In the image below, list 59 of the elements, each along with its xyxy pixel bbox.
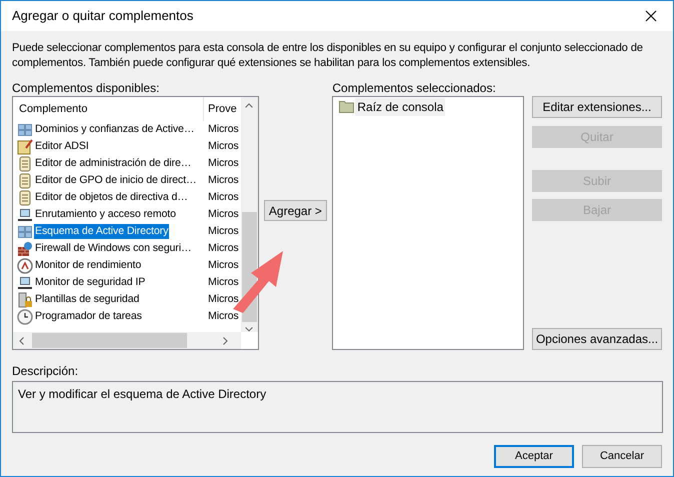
dialog-button[interactable]: Cancelar xyxy=(582,445,662,468)
gauge-icon xyxy=(17,258,33,274)
horizontal-scrollbar[interactable] xyxy=(13,332,241,349)
provider-cell-text: Micros xyxy=(207,122,239,137)
scroll-icon xyxy=(17,156,33,172)
advanced-options-button[interactable]: Opciones avanzadas... xyxy=(532,328,662,350)
computer-icon xyxy=(17,274,33,290)
snap-in-name[interactable]: Editor ADSI xyxy=(34,138,90,154)
provider-cell-text: Micros xyxy=(207,224,239,239)
provider-cell-text: Micros xyxy=(207,274,239,290)
snap-in-name[interactable]: Editor de objetos de directiva d… xyxy=(34,190,189,206)
dialog-button[interactable]: Aceptar xyxy=(494,445,574,468)
scroll-up-icon xyxy=(245,103,254,108)
notepad-icon xyxy=(17,138,33,154)
snap-in-name[interactable]: Monitor de rendimiento xyxy=(34,258,142,274)
provider-cell-text: Micros xyxy=(207,206,239,222)
snap-in-name[interactable]: Plantillas de seguridad xyxy=(34,292,140,308)
provider-cell-text: Micros xyxy=(207,138,239,154)
window-title: Agregar o quitar complementos xyxy=(12,7,194,26)
column-header[interactable]: Complemento xyxy=(13,97,204,121)
scroll-icon xyxy=(17,190,33,206)
snap-in-name[interactable]: Esquema de Active Directory xyxy=(34,224,170,240)
provider-cell-text: Micros xyxy=(207,240,239,256)
scroll-icon xyxy=(17,172,33,188)
list-label: Complementos seleccionados: xyxy=(332,81,497,95)
network-icon xyxy=(17,224,33,240)
close-icon xyxy=(645,10,657,22)
provider-cell-text: Micros xyxy=(207,292,239,307)
snap-in-name[interactable]: Enrutamiento y acceso remoto xyxy=(34,206,177,222)
add-button[interactable]: Agregar > xyxy=(264,200,327,221)
tree-item[interactable]: Raíz de consola xyxy=(355,98,446,116)
firewall-icon xyxy=(17,240,33,256)
provider-cell-text: Micros xyxy=(207,172,239,188)
provider-cell-text: Micros xyxy=(207,190,239,205)
scroll-right-icon xyxy=(223,336,228,344)
description-box: Ver y modificar el esquema de Active Directory xyxy=(12,381,663,433)
lock-icon xyxy=(17,292,33,308)
snap-in-name[interactable]: Firewall de Windows con seguri… xyxy=(34,240,192,256)
list-label: Complementos disponibles: xyxy=(12,81,160,95)
snap-in-name[interactable]: Dominios y confianzas de Active… xyxy=(34,122,196,138)
dialog-button[interactable]: Editar extensiones... xyxy=(532,96,662,118)
provider-cell-text: Micros xyxy=(207,156,239,171)
provider-cell-text: Micros xyxy=(207,308,239,324)
snap-in-name[interactable]: Monitor de seguridad IP xyxy=(34,274,146,290)
clock-icon xyxy=(17,308,33,324)
vertical-scrollbar[interactable] xyxy=(240,97,258,332)
scroll-left-icon xyxy=(19,336,24,344)
intro-text: Puede seleccionar complementos para esta consola de entre los disponibles en su equipo y configurar el conjunto seleccionado de complementos. También puede configurar qué extensiones se habilitan para los complementos extensibles. xyxy=(12,41,644,71)
scroll-down-icon xyxy=(245,327,254,332)
provider-cell-text: Micros xyxy=(207,258,239,273)
description-label: Descripción: xyxy=(12,364,80,378)
scroll-thumb[interactable] xyxy=(32,333,187,348)
snap-in-name[interactable]: Editor de GPO de inicio de direct… xyxy=(34,172,198,188)
snap-in-name[interactable]: Editor de administración de dire… xyxy=(34,156,192,172)
column-header[interactable]: Prove xyxy=(204,100,237,118)
computer-icon xyxy=(17,206,33,222)
snap-in-name[interactable]: Programador de tareas xyxy=(34,308,143,324)
folder-icon xyxy=(339,100,354,113)
network-icon xyxy=(17,122,33,138)
